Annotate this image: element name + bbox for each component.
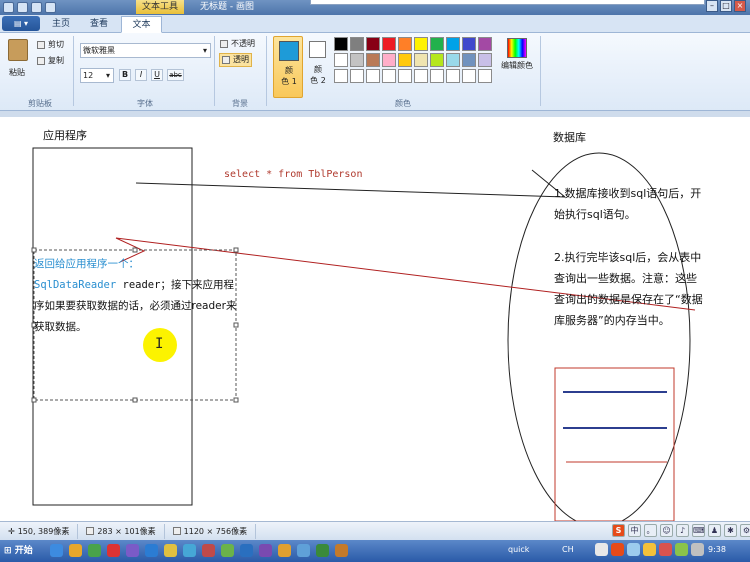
system-tray	[595, 543, 704, 556]
app-icon[interactable]	[316, 544, 329, 557]
app-icon[interactable]	[202, 544, 215, 557]
ime-settings-icon[interactable]: ⚙	[740, 524, 750, 537]
ime-mode-icon[interactable]: 中	[628, 524, 641, 537]
app-icon[interactable]	[145, 544, 158, 557]
tray-icon[interactable]	[595, 543, 608, 556]
ie-icon[interactable]	[50, 544, 63, 557]
selection-handle	[132, 247, 138, 253]
sogou-ime-icon[interactable]: S	[612, 524, 625, 537]
network-icon[interactable]	[627, 543, 640, 556]
ime-punct-icon[interactable]: 。	[644, 524, 657, 537]
selection-handle	[31, 397, 37, 403]
db-memory-box	[554, 367, 675, 522]
app-icon[interactable]	[164, 544, 177, 557]
sql-query-text: select * from TblPerson	[224, 169, 363, 180]
app-icon[interactable]	[278, 544, 291, 557]
app-icon[interactable]	[297, 544, 310, 557]
application-label: 应用程序	[43, 129, 87, 142]
selection-size: 283 × 101像素	[78, 523, 165, 539]
db-step1-text: 1.数据库接收到sql语句后，开始执行sql语句。	[554, 187, 702, 221]
app-icon[interactable]	[335, 544, 348, 557]
selection-icon	[86, 527, 95, 535]
image-size: 1120 × 756像素	[165, 523, 257, 539]
tray-icon[interactable]	[659, 543, 672, 556]
quick-launch-label[interactable]: quick	[508, 545, 529, 554]
taskbar-apps	[50, 544, 348, 557]
database-label: 数据库	[553, 131, 586, 144]
ime-toolbar: S 中 。 ☺ ♪ ⌨ ♟ ✱ ⚙	[612, 524, 750, 537]
db-step2-text: 2.执行完毕该sql后，会从表中查询出一些数据。注意：这些查询出的数据是保存在了…	[554, 251, 703, 327]
app-icon[interactable]	[126, 544, 139, 557]
return-text-box[interactable]: 返回给应用程序一个： SqlDataReader reader；接下来应用程序如…	[34, 254, 240, 338]
volume-icon[interactable]	[691, 543, 704, 556]
taskbar: ⊞ 开始 quick CH 9:38	[0, 540, 750, 562]
clock: 9:38	[708, 545, 726, 554]
return-body: SqlDataReader reader；接下来应用程序如果要获取数据的话，必须…	[34, 279, 237, 333]
cursor-position: ✛ 150, 389像素	[0, 523, 79, 539]
windows-icon: ⊞	[4, 546, 12, 556]
return-title: 返回给应用程序一个：	[34, 258, 139, 270]
selection-handle	[132, 397, 138, 403]
ime-voice-icon[interactable]: ♪	[676, 524, 689, 537]
start-button[interactable]: ⊞ 开始	[0, 541, 37, 561]
tray-icon[interactable]	[675, 543, 688, 556]
selection-handle	[233, 397, 239, 403]
selection-handle	[233, 247, 239, 253]
request-line-black	[135, 182, 566, 198]
app-icon[interactable]	[240, 544, 253, 557]
move-cursor-icon: ✛	[8, 526, 15, 536]
ime-tools-icon[interactable]: ✱	[724, 524, 737, 537]
app-icon[interactable]	[107, 544, 120, 557]
language-indicator[interactable]: CH	[562, 545, 574, 554]
ime-emoji-icon[interactable]: ☺	[660, 524, 673, 537]
tray-icon[interactable]	[611, 543, 624, 556]
app-icon[interactable]	[259, 544, 272, 557]
app-icon[interactable]	[88, 544, 101, 557]
ime-user-icon[interactable]: ♟	[708, 524, 721, 537]
image-size-icon	[172, 527, 181, 535]
app-icon[interactable]	[183, 544, 196, 557]
ime-keyboard-icon[interactable]: ⌨	[692, 524, 705, 537]
app-icon[interactable]	[221, 544, 234, 557]
app-icon[interactable]	[69, 544, 82, 557]
text-cursor-icon: I	[155, 336, 164, 352]
tray-icon[interactable]	[643, 543, 656, 556]
selection-handle	[31, 247, 37, 253]
